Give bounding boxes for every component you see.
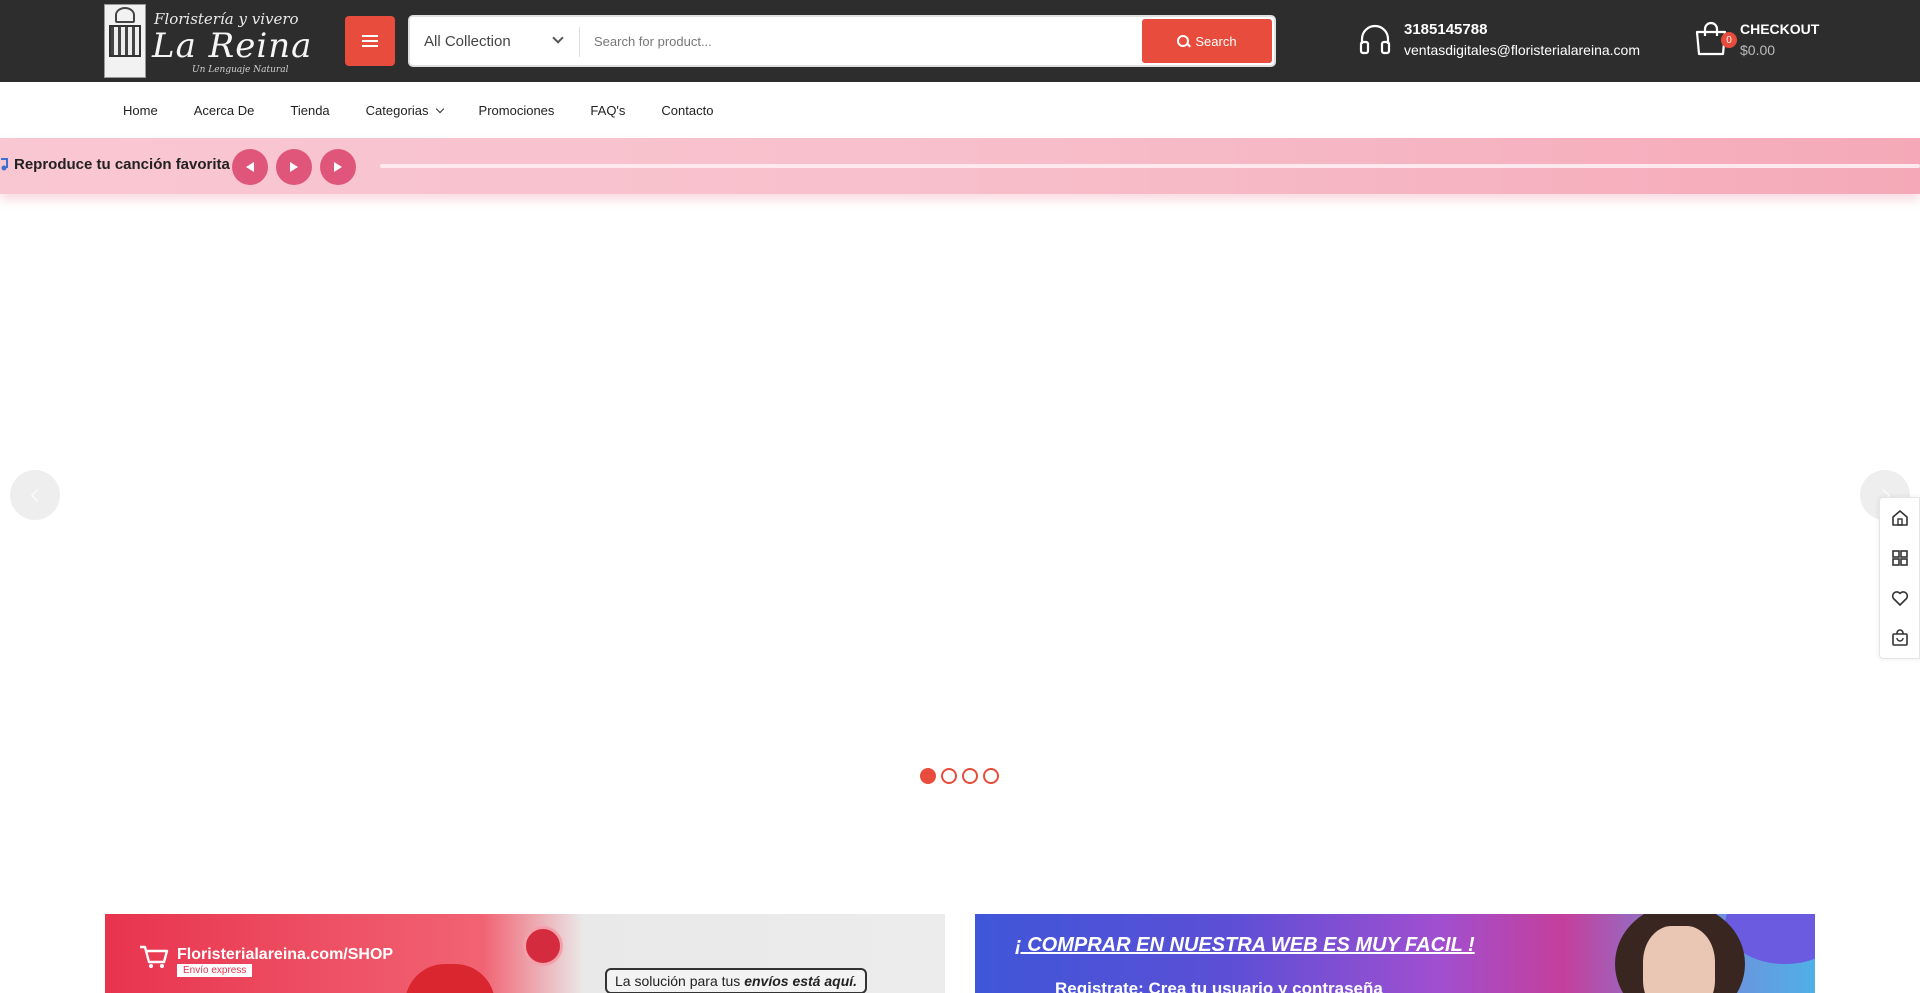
collection-select[interactable]: All Collection <box>424 17 564 65</box>
next-icon <box>334 162 342 172</box>
shipping-tagline: La solución para tus envíos está aquí. <box>605 968 868 993</box>
music-progress-track[interactable] <box>380 164 1920 168</box>
package-seal-icon <box>523 926 563 966</box>
hamburger-icon <box>362 35 378 47</box>
headset-icon <box>1359 24 1391 55</box>
cart-checkout[interactable]: 0 CHECKOUT $0.00 <box>1693 18 1820 64</box>
heart-icon[interactable] <box>1890 588 1910 608</box>
slider-dot-3[interactable] <box>962 768 978 784</box>
shipping-promo-banner[interactable]: Floristerialareina.com/SHOP Envío expres… <box>105 914 945 993</box>
search-bar: All Collection Search <box>408 15 1276 67</box>
chevron-down-icon <box>435 104 444 114</box>
nav-item-categorias[interactable]: Categorias <box>348 103 461 118</box>
cart-total: $0.00 <box>1740 42 1776 58</box>
contact-email[interactable]: ventasdigitales@floristerialareina.com <box>1404 42 1640 58</box>
play-button[interactable] <box>276 149 312 185</box>
nav-item-label: Tienda <box>290 102 330 118</box>
slider-prev-button[interactable] <box>10 470 60 520</box>
slider-pagination <box>920 768 999 784</box>
grid-icon[interactable] <box>1890 548 1910 568</box>
floating-side-toolbar <box>1879 497 1920 659</box>
top-header: Floristería y vivero La Reina Un Lenguaj… <box>0 0 1920 82</box>
nav-item-promociones[interactable]: Promociones <box>461 103 573 118</box>
nav-item-label: Acerca De <box>193 102 255 118</box>
banner-subline: Registrate: Crea tu usuario y contraseña <box>1055 979 1383 993</box>
next-track-button[interactable] <box>320 149 356 185</box>
search-divider <box>579 27 580 57</box>
home-icon[interactable] <box>1890 508 1910 528</box>
bag-icon[interactable] <box>1890 628 1910 648</box>
slider-dot-1[interactable] <box>920 768 936 784</box>
previous-icon <box>246 162 254 172</box>
delivery-person-image <box>405 964 495 993</box>
nav-item-contacto[interactable]: Contacto <box>643 103 731 118</box>
music-player-bar: Reproduce tu canción favorita <box>0 138 1920 194</box>
hamburger-menu-button[interactable] <box>345 16 395 66</box>
nav-item-label: FAQ's <box>590 102 626 118</box>
shop-url-text: Floristerialareina.com/SHOP <box>177 946 394 963</box>
shopping-cart-icon <box>140 945 169 968</box>
cart-count-badge: 0 <box>1721 32 1737 48</box>
collection-select-value: All Collection <box>424 32 511 50</box>
nav-item-label: Contacto <box>661 102 714 118</box>
nav-item-label: Categorias <box>365 102 429 118</box>
nav-item-acerca-de[interactable]: Acerca De <box>176 103 273 118</box>
play-icon <box>290 162 298 172</box>
search-icon <box>1177 35 1190 47</box>
tagline-prefix: La solución para tus <box>615 973 745 989</box>
express-shipping-label: Envío express <box>177 964 253 977</box>
slider-dot-4[interactable] <box>983 768 999 784</box>
site-logo[interactable]: Floristería y vivero La Reina Un Lenguaj… <box>104 4 311 80</box>
logo-line2: La Reina <box>152 26 313 66</box>
nav-item-label: Home <box>123 102 158 118</box>
contact-phone[interactable]: 3185145788 <box>1404 21 1487 38</box>
music-player-title: Reproduce tu canción favorita <box>14 156 230 173</box>
search-button-label: Search <box>1195 33 1237 49</box>
easy-purchase-banner[interactable]: ¡ COMPRAR EN NUESTRA WEB ES MUY FACIL ! … <box>975 914 1815 993</box>
main-nav: Home Acerca De Tienda Categorias Promoci… <box>0 82 1920 138</box>
tagline-bold: envíos está aquí. <box>744 973 858 989</box>
chevron-left-icon <box>30 488 44 502</box>
slider-dot-2[interactable] <box>941 768 957 784</box>
banner-headline: ¡ COMPRAR EN NUESTRA WEB ES MUY FACIL ! <box>1015 934 1475 956</box>
model-face <box>1643 926 1715 993</box>
chevron-down-icon <box>552 32 564 44</box>
logo-crest-icon <box>104 4 146 78</box>
checkout-label: CHECKOUT <box>1740 21 1820 37</box>
logo-line3: Un Lenguaje Natural <box>192 65 289 75</box>
music-note-icon <box>1 158 8 171</box>
search-input[interactable] <box>594 26 1134 56</box>
nav-item-home[interactable]: Home <box>105 103 176 118</box>
previous-track-button[interactable] <box>232 149 268 185</box>
nav-item-faqs[interactable]: FAQ's <box>572 103 643 118</box>
nav-item-tienda[interactable]: Tienda <box>272 103 347 118</box>
search-button[interactable]: Search <box>1142 19 1272 63</box>
nav-item-label: Promociones <box>478 102 555 118</box>
